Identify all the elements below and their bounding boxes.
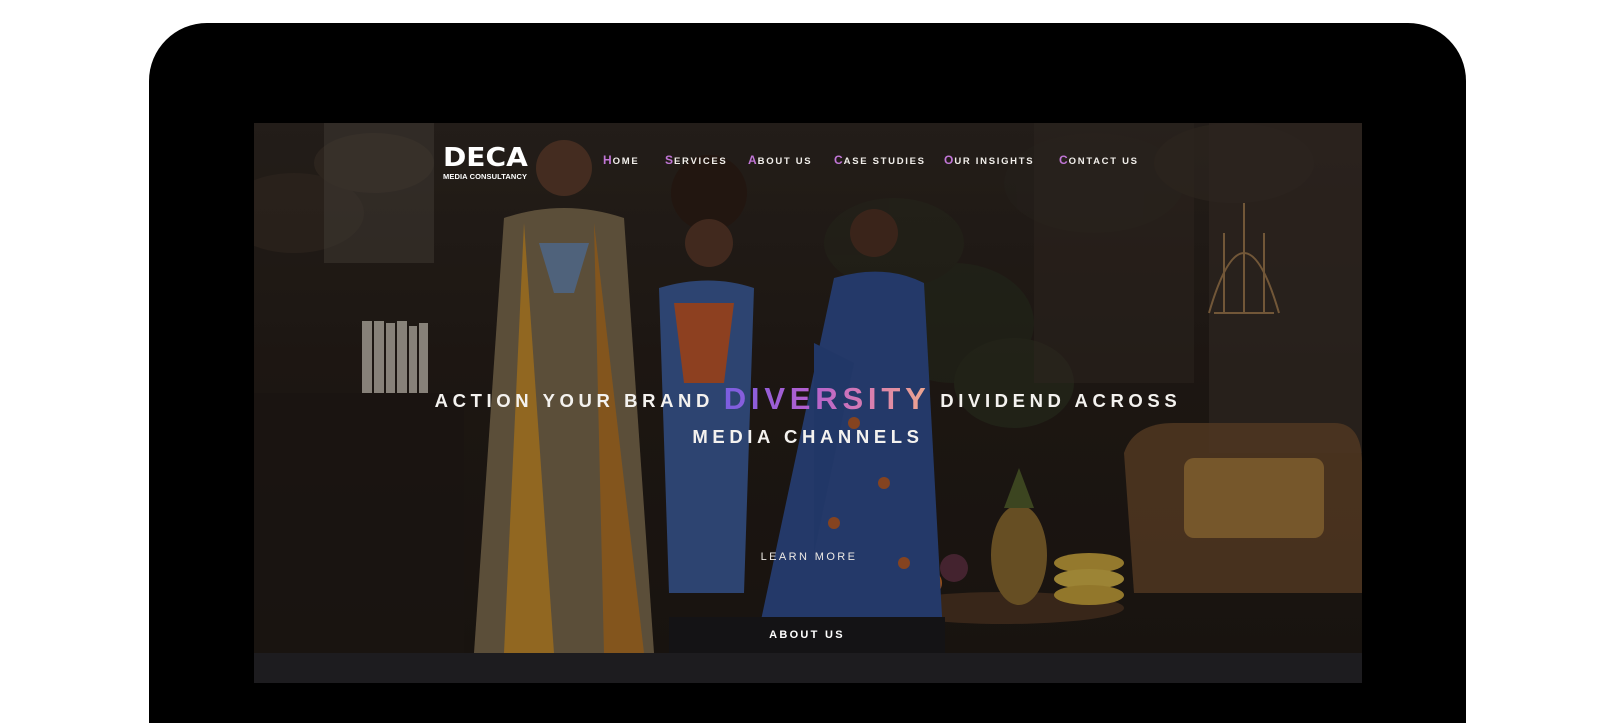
headline-accent: DIVERSITY (723, 381, 931, 416)
nav-home[interactable]: Home (603, 153, 639, 167)
nav-our-insights[interactable]: Our insights (944, 153, 1034, 167)
nav-case-studies-label: ase studies (843, 156, 926, 167)
logo-tagline: MEDIA CONSULTANCY (443, 172, 528, 181)
nav-home-label: ome (612, 156, 640, 167)
learn-more-link[interactable]: LEARN MORE (754, 551, 864, 569)
nav-services-label: ervices (674, 156, 728, 167)
nav-about[interactable]: About us (748, 153, 812, 167)
website-screen: DECA MEDIA CONSULTANCY Home Services Abo… (254, 123, 1362, 683)
nav-contact-label: ontact us (1068, 156, 1139, 167)
hero-headline: ACTION YOUR BRAND DIVERSITY DIVIDEND ACR… (254, 381, 1362, 417)
headline-after: DIVIDEND ACROSS (930, 390, 1182, 411)
nav-services-initial: S (665, 153, 675, 167)
nav-case-studies[interactable]: Case studies (834, 153, 926, 167)
nav-contact-initial: C (1059, 153, 1069, 167)
about-us-tab[interactable]: ABOUT US (669, 617, 945, 653)
hero-headline-line2: MEDIA CHANNELS (692, 426, 924, 447)
hero-section: DECA MEDIA CONSULTANCY Home Services Abo… (254, 123, 1362, 653)
nav-our-insights-label: ur insights (954, 156, 1035, 167)
nav-contact[interactable]: Contact us (1059, 153, 1139, 167)
nav-our-insights-initial: O (944, 153, 955, 167)
nav-case-studies-initial: C (834, 153, 844, 167)
deca-logo[interactable]: DECA MEDIA CONSULTANCY (443, 145, 535, 181)
nav-about-initial: A (748, 153, 758, 167)
logo-wordmark: DECA (443, 143, 528, 173)
nav-home-initial: H (603, 153, 613, 167)
nav-about-label: bout us (757, 156, 813, 167)
headline-before: ACTION YOUR BRAND (434, 390, 724, 411)
nav-services[interactable]: Services (665, 153, 727, 167)
